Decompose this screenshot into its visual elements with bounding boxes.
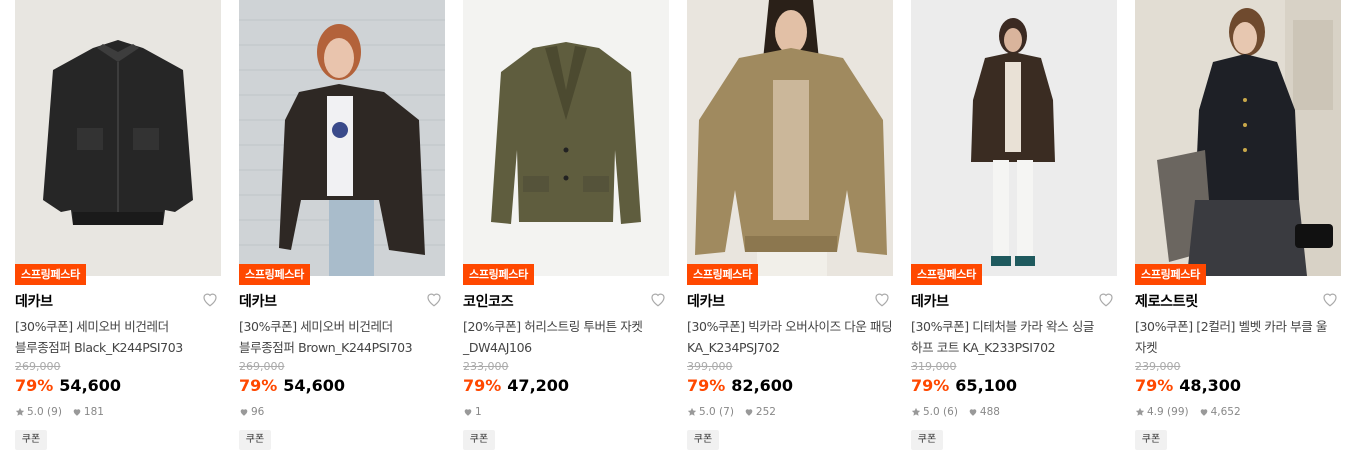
original-price: 399,000 <box>687 360 733 373</box>
product-card[interactable]: 스프링페스타 데카브 [30%쿠폰] 빅카라 오버사이즈 다운 패딩 KA_K2… <box>687 0 893 471</box>
meta-row: 1 <box>463 406 482 418</box>
product-name[interactable]: [30%쿠폰] 세미오버 비건레더 블루종점퍼 Black_K244PSI703 <box>15 316 221 358</box>
product-image[interactable] <box>239 0 445 276</box>
like-count: 488 <box>979 406 1000 418</box>
brand-name[interactable]: 데카브 <box>15 291 53 311</box>
discount-rate: 79% <box>239 376 278 395</box>
price-row: 79% 65,100 <box>911 376 1017 395</box>
product-card[interactable]: 스프링페스타 데카브 [30%쿠폰] 세미오버 비건레더 블루종점퍼 Brown… <box>239 0 445 471</box>
product-name[interactable]: [30%쿠폰] 디테처블 카라 왁스 싱글 하프 코트 KA_K233PSI70… <box>911 316 1117 358</box>
original-price: 239,000 <box>1135 360 1181 373</box>
star-icon <box>15 407 25 417</box>
meta-row: 5.0 (9) 181 <box>15 406 104 418</box>
promo-badge: 스프링페스타 <box>1135 264 1206 285</box>
brand-name[interactable]: 데카브 <box>687 291 725 311</box>
rating: 5.0 <box>27 406 44 418</box>
star-icon <box>687 407 697 417</box>
heart-icon[interactable] <box>1321 290 1339 308</box>
price-row: 79% 48,300 <box>1135 376 1241 395</box>
heart-icon[interactable] <box>1097 290 1115 308</box>
rating: 4.9 <box>1147 406 1164 418</box>
discount-rate: 79% <box>15 376 54 395</box>
product-card[interactable]: 스프링페스타 제로스트릿 [30%쿠폰] [2컬러] 벨벳 카라 부클 울 자켓… <box>1135 0 1341 471</box>
original-price: 269,000 <box>15 360 61 373</box>
discount-rate: 79% <box>911 376 950 395</box>
heart-icon[interactable] <box>201 290 219 308</box>
promo-badge: 스프링페스타 <box>15 264 86 285</box>
promo-badge: 스프링페스타 <box>239 264 310 285</box>
original-price: 233,000 <box>463 360 509 373</box>
product-grid: 스프링페스타 데카브 [30%쿠폰] 세미오버 비건레더 블루종점퍼 Black… <box>0 0 1354 471</box>
price-row: 79% 54,600 <box>239 376 345 395</box>
product-name[interactable]: [30%쿠폰] [2컬러] 벨벳 카라 부클 울 자켓 <box>1135 316 1341 358</box>
original-price: 269,000 <box>239 360 285 373</box>
rating: 5.0 <box>923 406 940 418</box>
product-name[interactable]: [30%쿠폰] 빅카라 오버사이즈 다운 패딩 KA_K234PSJ702 <box>687 316 893 358</box>
sale-price: 48,300 <box>1179 376 1242 395</box>
brand-name[interactable]: 데카브 <box>239 291 277 311</box>
meta-row: 5.0 (7) 252 <box>687 406 776 418</box>
coupon-tag: 쿠폰 <box>911 430 943 450</box>
original-price: 319,000 <box>911 360 957 373</box>
discount-rate: 79% <box>687 376 726 395</box>
sale-price: 65,100 <box>955 376 1018 395</box>
review-count: (7) <box>719 406 734 418</box>
like-icon <box>744 407 754 417</box>
star-icon <box>911 407 921 417</box>
sale-price: 54,600 <box>283 376 346 395</box>
product-name[interactable]: [20%쿠폰] 허리스트링 투버튼 자켓 _DW4AJ106 <box>463 316 669 358</box>
sale-price: 82,600 <box>731 376 794 395</box>
like-count: 4,652 <box>1210 406 1241 418</box>
product-image[interactable] <box>1135 0 1341 276</box>
meta-row: 5.0 (6) 488 <box>911 406 1000 418</box>
product-image[interactable] <box>687 0 893 276</box>
product-name[interactable]: [30%쿠폰] 세미오버 비건레더 블루종점퍼 Brown_K244PSI703 <box>239 316 445 358</box>
brand-name[interactable]: 데카브 <box>911 291 949 311</box>
meta-row: 4.9 (99) 4,652 <box>1135 406 1241 418</box>
price-row: 79% 54,600 <box>15 376 121 395</box>
product-image[interactable] <box>463 0 669 276</box>
star-icon <box>1135 407 1145 417</box>
review-count: (99) <box>1167 406 1189 418</box>
review-count: (6) <box>943 406 958 418</box>
heart-icon[interactable] <box>873 290 891 308</box>
product-card[interactable]: 스프링페스타 코인코즈 [20%쿠폰] 허리스트링 투버튼 자켓 _DW4AJ1… <box>463 0 669 471</box>
product-card[interactable]: 스프링페스타 데카브 [30%쿠폰] 디테처블 카라 왁스 싱글 하프 코트 K… <box>911 0 1117 471</box>
rating: 5.0 <box>699 406 716 418</box>
product-image[interactable] <box>911 0 1117 276</box>
heart-icon[interactable] <box>649 290 667 308</box>
meta-row: 96 <box>239 406 264 418</box>
coupon-tag: 쿠폰 <box>239 430 271 450</box>
like-count: 252 <box>755 406 776 418</box>
brand-name[interactable]: 코인코즈 <box>463 291 514 311</box>
coupon-tag: 쿠폰 <box>1135 430 1167 450</box>
coupon-tag: 쿠폰 <box>15 430 47 450</box>
like-count: 1 <box>475 406 482 418</box>
product-card[interactable]: 스프링페스타 데카브 [30%쿠폰] 세미오버 비건레더 블루종점퍼 Black… <box>15 0 221 471</box>
heart-icon[interactable] <box>425 290 443 308</box>
coupon-tag: 쿠폰 <box>463 430 495 450</box>
like-icon <box>968 407 978 417</box>
like-count: 96 <box>251 406 265 418</box>
promo-badge: 스프링페스타 <box>463 264 534 285</box>
discount-rate: 79% <box>463 376 502 395</box>
like-count: 181 <box>83 406 104 418</box>
price-row: 79% 82,600 <box>687 376 793 395</box>
sale-price: 47,200 <box>507 376 570 395</box>
like-icon <box>1199 407 1209 417</box>
product-image[interactable] <box>15 0 221 276</box>
price-row: 79% 47,200 <box>463 376 569 395</box>
like-icon <box>72 407 82 417</box>
brand-name[interactable]: 제로스트릿 <box>1135 291 1198 311</box>
discount-rate: 79% <box>1135 376 1174 395</box>
review-count: (9) <box>47 406 62 418</box>
sale-price: 54,600 <box>59 376 122 395</box>
promo-badge: 스프링페스타 <box>687 264 758 285</box>
promo-badge: 스프링페스타 <box>911 264 982 285</box>
coupon-tag: 쿠폰 <box>687 430 719 450</box>
like-icon <box>239 407 249 417</box>
like-icon <box>463 407 473 417</box>
